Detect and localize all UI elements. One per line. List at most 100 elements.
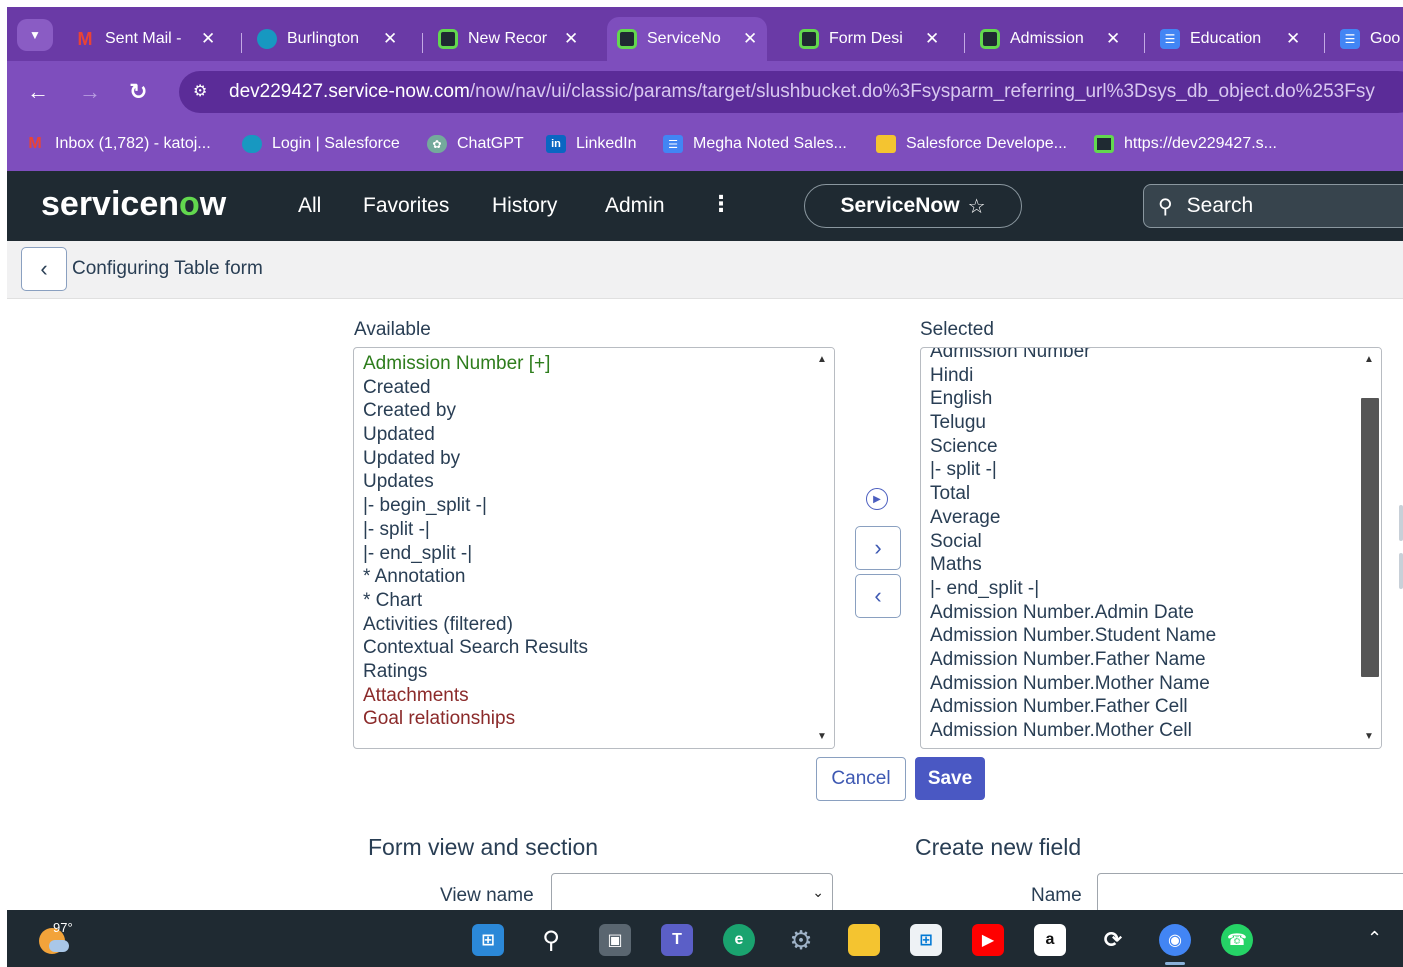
servicenow-logo[interactable]: servicenow [41,185,226,224]
instance-pill[interactable]: ServiceNow ☆ [804,184,1022,228]
power-automate-icon[interactable]: ⟳ [1097,924,1129,956]
close-icon[interactable]: ✕ [1286,29,1300,49]
available-list-item[interactable]: Activities (filtered) [363,613,588,637]
available-list-item[interactable]: Goal relationships [363,707,588,731]
available-list-item[interactable]: * Annotation [363,565,588,589]
available-list-item[interactable]: |- split -| [363,518,588,542]
more-menu-icon[interactable]: ⋮ [710,191,732,217]
nav-history[interactable]: History [492,194,557,218]
bookmark-item[interactable]: in LinkedIn [546,135,637,153]
available-list-item[interactable]: Created by [363,399,588,423]
close-icon[interactable]: ✕ [743,29,757,49]
url-omnibox[interactable]: ⚙ dev229427.service-now.com/now/nav/ui/c… [179,71,1403,113]
selected-list-item[interactable]: Science [930,435,1216,459]
forward-arrow-icon[interactable]: → [79,79,101,105]
available-list-item[interactable]: |- begin_split -| [363,494,588,518]
nav-all[interactable]: All [298,194,321,218]
back-button[interactable]: ‹ [21,247,67,291]
nav-favorites[interactable]: Favorites [363,194,449,218]
available-list-item[interactable]: Admission Number [+] [363,352,588,376]
available-list-item[interactable]: Updates [363,470,588,494]
edge-icon[interactable]: e [723,924,755,956]
search-icon[interactable]: ⚲ [535,924,567,956]
browser-tab[interactable]: ☰ Goo [1330,17,1403,61]
available-list-item[interactable]: * Chart [363,589,588,613]
available-list-item[interactable]: Updated by [363,447,588,471]
close-icon[interactable]: ✕ [925,29,939,49]
url-text[interactable]: dev229427.service-now.com/now/nav/ui/cla… [229,81,1375,103]
selected-list-item[interactable]: English [930,387,1216,411]
browser-tab[interactable]: Form Desi ✕ [789,17,949,61]
browser-tab[interactable]: Burlington ✕ [247,17,407,61]
scroll-thumb[interactable] [1361,398,1379,677]
selected-list-item[interactable]: |- split -| [930,458,1216,482]
scroll-down-icon[interactable]: ▼ [817,731,827,742]
available-list-item[interactable]: Contextual Search Results [363,636,588,660]
file-explorer-icon[interactable] [848,924,880,956]
available-list-item[interactable]: |- end_split -| [363,542,588,566]
whatsapp-icon[interactable]: ☎ [1221,924,1253,956]
view-name-select[interactable]: ⌄ [551,873,833,915]
selected-list-item[interactable]: Social [930,530,1216,554]
selected-list-item[interactable]: Admission Number [930,348,1216,364]
close-icon[interactable]: ✕ [383,29,397,49]
available-scrollbar[interactable]: ▲ ▼ [812,348,834,748]
back-arrow-icon[interactable]: ← [27,79,49,105]
scroll-up-icon[interactable]: ▲ [817,354,827,365]
available-list-item[interactable]: Updated [363,423,588,447]
global-search[interactable]: ⚲ Search [1143,184,1403,228]
tab-search-button[interactable]: ▼ [17,19,53,51]
bookmark-item[interactable]: ✿ ChatGPT [427,135,524,153]
available-list-item[interactable]: Created [363,376,588,400]
selected-list-item[interactable]: Admission Number.Student Name [930,624,1216,648]
selected-list[interactable]: Admission Number Hindi English Telugu Scienc… [920,347,1382,749]
selected-list-item[interactable]: Telugu [930,411,1216,435]
microsoft-store-icon[interactable]: ⊞ [910,924,942,956]
selected-list-item[interactable]: Maths [930,553,1216,577]
selected-list-item[interactable]: Admission Number.Father Name [930,648,1216,672]
selected-list-item[interactable]: Total [930,482,1216,506]
save-button[interactable]: Save [915,757,985,800]
bookmark-item[interactable]: https://dev229427.s... [1094,135,1277,153]
available-list-item[interactable]: Attachments [363,684,588,708]
browser-tab[interactable]: ☰ Education ✕ [1150,17,1310,61]
nav-admin[interactable]: Admin [605,194,665,218]
add-to-selected-button[interactable]: › [855,526,901,570]
name-input[interactable] [1097,873,1403,915]
bookmark-item[interactable]: ☰ Megha Noted Sales... [663,135,847,153]
browser-tab[interactable]: New Recor ✕ [428,17,588,61]
available-list[interactable]: Admission Number [+] Created Created by Upd… [353,347,835,749]
selected-list-item[interactable]: Admission Number.Mother Name [930,672,1216,696]
scroll-down-icon[interactable]: ▼ [1364,731,1374,742]
selected-list-item[interactable]: |- end_split -| [930,577,1216,601]
play-circle-icon[interactable]: ▶ [866,488,888,510]
bookmark-item[interactable]: Login | Salesforce [242,135,400,153]
browser-tab[interactable]: M Sent Mail - ✕ [65,17,225,61]
available-list-item[interactable]: Ratings [363,660,588,684]
youtube-icon[interactable]: ▶ [972,924,1004,956]
selected-list-item[interactable]: Hindi [930,364,1216,388]
browser-tab-active[interactable]: ServiceNo ✕ [607,17,768,61]
windows-start-icon[interactable]: ⊞ [472,924,504,956]
close-icon[interactable]: ✕ [201,29,215,49]
reload-icon[interactable]: ↻ [129,79,147,105]
chrome-icon[interactable]: ◉ [1159,924,1191,956]
selected-list-item[interactable]: Average [930,506,1216,530]
settings-gear-icon[interactable]: ⚙ [785,924,817,956]
browser-tab[interactable]: Admission ✕ [970,17,1130,61]
close-icon[interactable]: ✕ [564,29,578,49]
bookmark-item[interactable]: Salesforce Develope... [876,135,1067,153]
star-icon[interactable]: ☆ [968,194,986,219]
amazon-icon[interactable]: a [1034,924,1066,956]
scroll-up-icon[interactable]: ▲ [1364,354,1374,365]
chevron-up-icon[interactable]: ⌃ [1367,928,1382,949]
cancel-button[interactable]: Cancel [816,757,906,801]
task-view-icon[interactable]: ▣ [599,924,631,956]
selected-list-item[interactable]: Admission Number.Mother Cell [930,719,1216,743]
site-settings-icon[interactable]: ⚙ [193,81,217,103]
bookmark-item[interactable]: M Inbox (1,782) - katoj... [25,135,210,153]
weather-widget[interactable]: 97° [35,918,73,954]
selected-list-item[interactable]: Admission Number.Father Cell [930,695,1216,719]
remove-from-selected-button[interactable]: ‹ [855,574,901,618]
teams-icon[interactable]: T [661,924,693,956]
